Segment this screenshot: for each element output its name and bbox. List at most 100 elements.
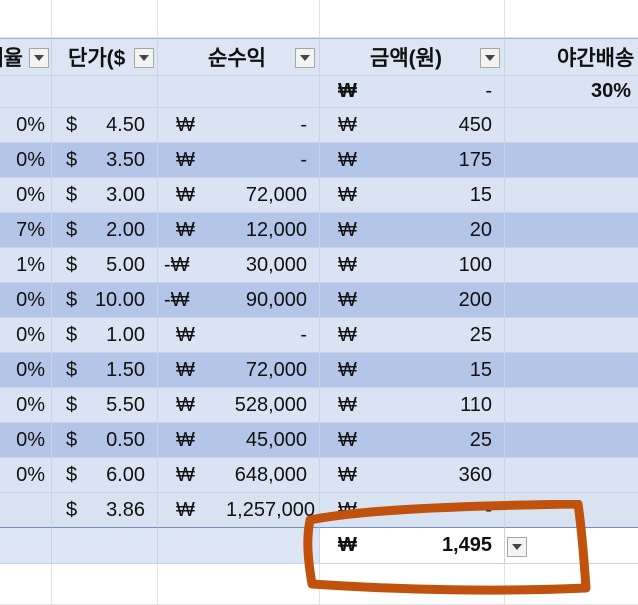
price-cell[interactable]: $3.50 [52, 143, 158, 178]
summary-amount-cell[interactable]: ₩ - [320, 76, 505, 108]
cell[interactable] [52, 76, 158, 108]
cell[interactable] [0, 528, 52, 564]
cell[interactable] [320, 0, 505, 38]
header-night-delivery[interactable]: 야간배송 [505, 38, 638, 76]
amount-cell[interactable]: ₩100 [320, 248, 505, 283]
ratio-cell[interactable]: 7% [0, 213, 52, 248]
ratio-cell[interactable]: 0% [0, 318, 52, 353]
amount-cell[interactable]: ₩25 [320, 318, 505, 353]
header-amount[interactable]: 금액(원) [320, 38, 505, 76]
price-cell[interactable]: $0.50 [52, 423, 158, 458]
amount-cell[interactable]: ₩15 [320, 178, 505, 213]
amount-cell[interactable]: ₩360 [320, 458, 505, 493]
filter-dropdown-button[interactable] [480, 48, 500, 68]
amount-cell[interactable]: ₩110 [320, 388, 505, 423]
ratio-cell[interactable]: 0% [0, 283, 52, 318]
price-cell[interactable]: $2.00 [52, 213, 158, 248]
filter-dropdown-button[interactable] [29, 48, 49, 68]
profit-cell[interactable]: ₩ - [158, 318, 320, 353]
amount-cell[interactable]: ₩15 [320, 353, 505, 388]
header-net-profit[interactable]: 순수익 [158, 38, 320, 76]
cell[interactable] [158, 528, 320, 564]
ratio-cell[interactable]: 0% [0, 423, 52, 458]
ratio-cell[interactable]: 0% [0, 458, 52, 493]
profit-value: - [300, 148, 307, 171]
profit-cell[interactable]: ₩72,000 [158, 353, 320, 388]
total-profit-cell[interactable]: ₩1,257,000 [158, 493, 320, 528]
total-amount-cell[interactable]: ₩ - [320, 493, 505, 528]
price-cell[interactable]: $5.50 [52, 388, 158, 423]
amount-cell[interactable]: ₩20 [320, 213, 505, 248]
blank-row [0, 0, 638, 38]
night-cell[interactable] [505, 213, 638, 248]
ratio-cell[interactable]: 1% [0, 248, 52, 283]
amount-value: 175 [458, 148, 492, 171]
night-cell[interactable] [505, 178, 638, 213]
ratio-cell[interactable]: 0% [0, 143, 52, 178]
night-cell[interactable] [505, 283, 638, 318]
won-symbol: ₩ [176, 183, 195, 206]
price-cell[interactable]: $3.00 [52, 178, 158, 213]
amount-cell[interactable]: ₩450 [320, 108, 505, 143]
night-cell[interactable] [505, 318, 638, 353]
ratio-cell[interactable]: 0% [0, 388, 52, 423]
cell[interactable] [158, 564, 320, 605]
header-ratio[interactable]: 배율 [0, 38, 52, 76]
amount-cell[interactable]: ₩25 [320, 423, 505, 458]
cell[interactable] [0, 493, 52, 528]
dollar-symbol: $ [66, 323, 78, 346]
profit-value: 72,000 [245, 183, 307, 206]
cell-dropdown-button[interactable] [507, 537, 527, 557]
night-cell[interactable] [505, 108, 638, 143]
filter-dropdown-button[interactable] [134, 48, 154, 68]
profit-cell[interactable]: -₩ 90,000 [158, 283, 320, 318]
night-cell[interactable] [505, 423, 638, 458]
cell[interactable] [505, 493, 638, 528]
cell[interactable] [158, 76, 320, 108]
profit-cell[interactable]: ₩ - [158, 108, 320, 143]
cell[interactable] [0, 0, 52, 38]
cell[interactable] [0, 76, 52, 108]
night-cell[interactable] [505, 143, 638, 178]
profit-cell[interactable]: ₩648,000 [158, 458, 320, 493]
amount-value: 25 [469, 428, 492, 451]
night-cell[interactable] [505, 248, 638, 283]
cell[interactable] [52, 564, 158, 605]
total-price-cell[interactable]: $3.86 [52, 493, 158, 528]
profit-cell[interactable]: ₩12,000 [158, 213, 320, 248]
cell[interactable] [52, 528, 158, 564]
dollar-symbol: $ [66, 358, 78, 381]
amount-cell[interactable]: ₩200 [320, 283, 505, 318]
profit-value: - [300, 113, 307, 136]
ratio-cell[interactable]: 0% [0, 178, 52, 213]
night-cell[interactable] [505, 353, 638, 388]
amount-cell[interactable]: ₩175 [320, 143, 505, 178]
price-cell[interactable]: $4.50 [52, 108, 158, 143]
profit-cell[interactable]: -₩ 30,000 [158, 248, 320, 283]
cell[interactable] [0, 564, 52, 605]
night-cell[interactable] [505, 388, 638, 423]
ratio-cell[interactable]: 0% [0, 108, 52, 143]
price-cell[interactable]: $1.50 [52, 353, 158, 388]
price-cell[interactable]: $1.00 [52, 318, 158, 353]
cell[interactable] [505, 564, 638, 605]
price-cell[interactable]: $5.00 [52, 248, 158, 283]
profit-cell[interactable]: ₩45,000 [158, 423, 320, 458]
amount-value: 450 [458, 113, 492, 136]
cell[interactable] [158, 0, 320, 38]
cell[interactable] [505, 528, 638, 564]
cell[interactable] [320, 564, 505, 605]
profit-cell[interactable]: ₩ - [158, 143, 320, 178]
price-cell[interactable]: $6.00 [52, 458, 158, 493]
filter-dropdown-button[interactable] [295, 48, 315, 68]
cell[interactable] [52, 0, 158, 38]
ratio-cell[interactable]: 0% [0, 353, 52, 388]
profit-cell[interactable]: ₩72,000 [158, 178, 320, 213]
summary-night-cell[interactable]: 30% [505, 76, 638, 108]
header-unit-price[interactable]: 단가($ [52, 38, 158, 76]
cell[interactable] [505, 0, 638, 38]
profit-cell[interactable]: ₩528,000 [158, 388, 320, 423]
grand-total-cell[interactable]: ₩ 1,495 [320, 528, 505, 564]
price-cell[interactable]: $10.00 [52, 283, 158, 318]
night-cell[interactable] [505, 458, 638, 493]
